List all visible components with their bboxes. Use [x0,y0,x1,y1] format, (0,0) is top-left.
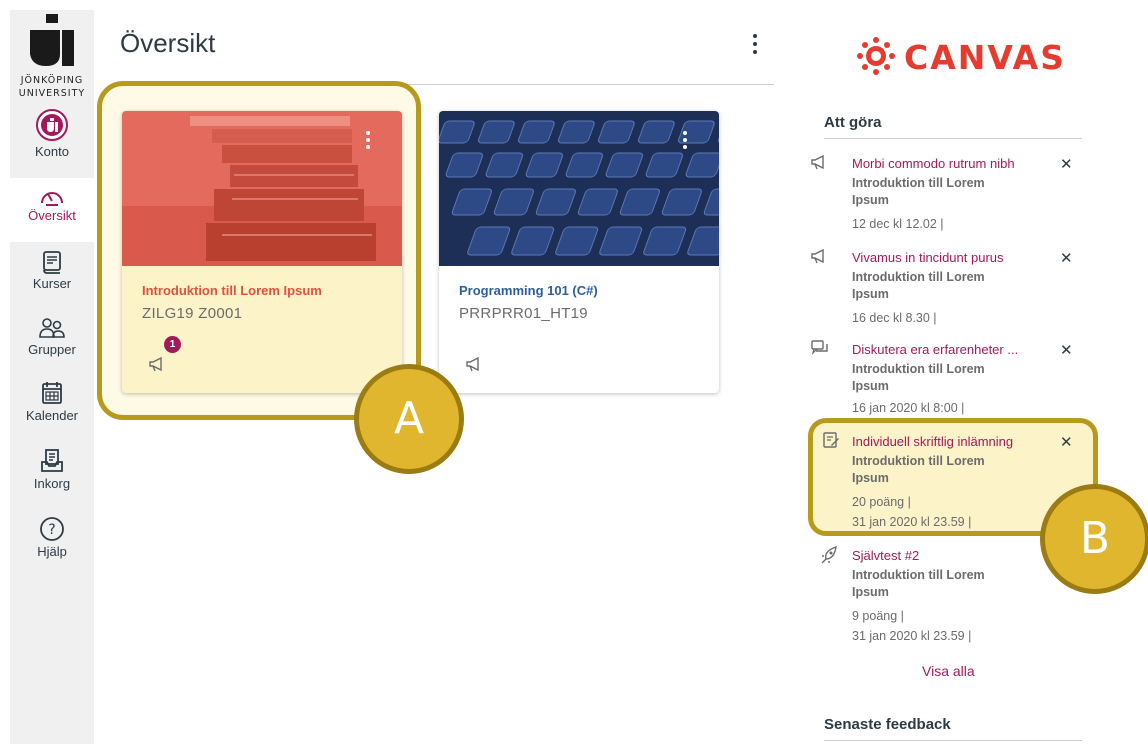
announcement-icon [811,154,824,170]
nav-item-konto[interactable]: Konto [10,108,94,168]
university-logo[interactable]: JÖNKÖPING UNIVERSITY [10,12,94,104]
todo-heading: Att göra [824,114,882,131]
dashboard-options-kebab-icon[interactable] [748,34,762,58]
todo-item-date: 12 dec kl 12.02 | [852,217,944,231]
announcement-megaphone-icon[interactable] [148,355,168,373]
todo-item-title[interactable]: Morbi commodo rutrum nibh [852,156,1015,171]
dismiss-close-icon[interactable]: ✕ [1060,433,1073,451]
todo-item-points: 9 poäng | [852,609,904,623]
show-all-link[interactable]: Visa alla [922,663,975,679]
todo-item-course: Introduktion till Lorem Ipsum [852,454,985,485]
todo-divider [824,138,1082,139]
course-card-image [122,111,402,266]
todo-item-course: Introduktion till Lorem Ipsum [852,362,985,393]
page-title: Översikt [120,28,216,58]
global-nav: JÖNKÖPING UNIVERSITY Konto Översikt Kurs… [10,10,94,744]
canvas-logo-icon [857,37,895,75]
todo-item: Morbi commodo rutrum nibh Introduktion t… [808,153,1078,233]
unread-count-badge: 1 [164,336,181,353]
nav-item-kalender[interactable]: Kalender [10,380,94,440]
card-options-kebab-icon[interactable] [366,131,372,152]
dashboard-gauge-icon [41,192,63,206]
nav-item-kurser[interactable]: Kurser [10,250,94,310]
svg-text:?: ? [48,522,55,538]
dismiss-close-icon[interactable]: ✕ [1060,341,1073,359]
recent-feedback-heading: Senaste feedback [824,716,951,733]
todo-item-title[interactable]: Individuell skriftlig inlämning [852,434,1013,449]
help-question-icon: ? [40,517,64,541]
annotation-marker-a: A [354,364,464,474]
nav-label: Konto [35,144,69,159]
todo-item-course: Introduktion till Lorem Ipsum [852,176,985,207]
groups-people-icon [39,318,65,338]
todo-item: Vivamus in tincidunt purus Introduktion … [808,247,1078,327]
nav-item-oversikt[interactable]: Översikt [10,178,94,242]
nav-label: Hjälp [37,544,67,559]
annotation-marker-b: B [1040,484,1148,594]
canvas-logo: CANVAS [856,36,1064,80]
books-image [122,111,402,266]
nav-item-hjalp[interactable]: ? Hjälp [10,516,94,576]
inbox-icon [41,449,63,472]
nav-label: Kalender [25,408,79,423]
todo-item: Diskutera era erfarenheter ... Introdukt… [808,339,1078,419]
logo-text-line1: JÖNKÖPING [20,75,84,86]
course-card-name[interactable]: Introduktion till Lorem Ipsum [142,283,322,298]
todo-item-date: 31 jan 2020 kl 23.59 | [852,515,972,529]
calendar-icon [42,382,62,404]
course-card[interactable]: Introduktion till Lorem Ipsum ZILG19 Z00… [122,111,402,393]
todo-item-course: Introduktion till Lorem Ipsum [852,270,985,301]
nav-item-inkorg[interactable]: Inkorg [10,448,94,508]
nav-label: Grupper [28,342,76,357]
nav-label: Kurser [32,276,72,291]
todo-item-title[interactable]: Självtest #2 [852,548,919,563]
course-card-code: ZILG19 Z0001 [142,305,243,322]
logo-text-line2: UNIVERSITY [18,88,86,99]
todo-item-date: 16 dec kl 8.30 | [852,311,937,325]
nav-label: Översikt [28,208,76,223]
announcement-icon [811,248,824,264]
todo-item-course: Introduktion till Lorem Ipsum [852,568,985,599]
course-card[interactable]: Programming 101 (C#) PRRPRR01_HT19 [439,111,719,393]
feedback-divider [824,740,1082,741]
todo-item: Individuell skriftlig inlämning Introduk… [808,431,1078,531]
todo-item-title[interactable]: Diskutera era erfarenheter ... [852,342,1018,357]
courses-book-icon [43,251,61,274]
ju-logo-icon [30,14,74,66]
todo-item-title[interactable]: Vivamus in tincidunt purus [852,250,1004,265]
dismiss-close-icon[interactable]: ✕ [1060,249,1073,267]
todo-item-date: 31 jan 2020 kl 23.59 | [852,629,972,643]
announcement-megaphone-icon[interactable] [465,355,485,373]
assignment-icon [823,432,839,448]
nav-item-grupper[interactable]: Grupper [10,316,94,376]
course-card-name[interactable]: Programming 101 (C#) [459,283,598,298]
keyboard-image [439,111,719,266]
todo-item-date: 16 jan 2020 kl 8:00 | [852,401,965,415]
quiz-rocket-icon [821,545,837,564]
discussion-icon [811,340,828,355]
nav-label: Inkorg [33,476,71,491]
todo-item-points: 20 poäng | [852,495,911,509]
account-avatar-icon [36,109,68,141]
card-options-kebab-icon[interactable] [683,131,689,152]
canvas-wordmark: CANVAS [904,38,1066,77]
todo-item: Självtest #2 Introduktion till Lorem Ips… [808,545,1078,645]
course-card-image [439,111,719,266]
course-card-code: PRRPRR01_HT19 [459,305,588,322]
dismiss-close-icon[interactable]: ✕ [1060,155,1073,173]
